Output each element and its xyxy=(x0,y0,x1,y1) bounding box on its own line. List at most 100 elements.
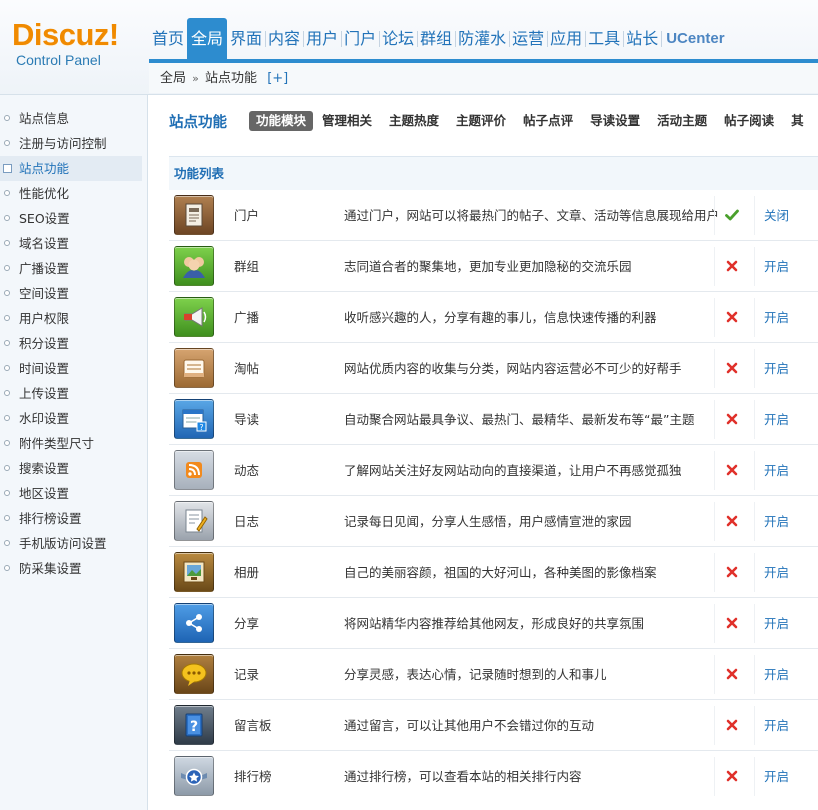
sidebar-item-0[interactable]: 站点信息 xyxy=(0,106,147,131)
sidebar-item-10[interactable]: 时间设置 xyxy=(0,356,147,381)
column-divider xyxy=(714,298,715,337)
enable-button[interactable]: 开启 xyxy=(764,241,789,292)
sidebar-item-2[interactable]: 站点功能 xyxy=(0,156,142,181)
feed-icon xyxy=(174,450,214,490)
sidebar-item-7[interactable]: 空间设置 xyxy=(0,281,147,306)
enable-button[interactable]: 开启 xyxy=(764,343,789,394)
topnav-item-12[interactable]: 站长 xyxy=(623,18,663,60)
topnav-item-0[interactable]: 首页 xyxy=(149,18,189,60)
cross-icon xyxy=(725,259,739,273)
enable-button[interactable]: 开启 xyxy=(764,547,789,598)
topnav-item-6[interactable]: 论坛 xyxy=(379,18,419,60)
doing-icon xyxy=(174,654,214,694)
topnav-item-9[interactable]: 运营 xyxy=(509,18,549,60)
feature-description: 记录每日见闻，分享人生感悟，用户感情宣泄的家园 xyxy=(344,514,632,529)
tab-4[interactable]: 帖子点评 xyxy=(515,111,581,131)
cross-icon xyxy=(725,361,739,375)
column-divider xyxy=(714,655,715,694)
tab-0[interactable]: 功能模块 xyxy=(249,111,314,131)
enable-button[interactable]: 开启 xyxy=(764,598,789,649)
sidebar-item-5[interactable]: 域名设置 xyxy=(0,231,147,256)
feature-row: 排行榜 通过排行榜，可以查看本站的相关排行内容 开启 xyxy=(169,751,818,802)
column-divider xyxy=(714,706,715,745)
sidebar-item-3[interactable]: 性能优化 xyxy=(0,181,147,206)
cross-icon xyxy=(725,310,739,324)
enable-button[interactable]: 开启 xyxy=(764,751,789,802)
breadcrumb-current: 站点功能 xyxy=(205,71,258,86)
enable-button[interactable]: 开启 xyxy=(764,445,789,496)
sidebar-item-6[interactable]: 广播设置 xyxy=(0,256,147,281)
sidebar-item-label: 水印设置 xyxy=(19,411,70,426)
topnav-item-5[interactable]: 门户 xyxy=(341,18,381,60)
enable-button[interactable]: 开启 xyxy=(764,394,789,445)
tab-6[interactable]: 活动主题 xyxy=(649,111,715,131)
breadcrumb-root[interactable]: 全局 xyxy=(160,71,186,86)
enable-button[interactable]: 开启 xyxy=(764,496,789,547)
sidebar-menu: 站点信息 注册与访问控制 站点功能 性能优化 SEO设置域名设置广播设置空间设置 用户权限… xyxy=(0,106,147,581)
tab-1[interactable]: 管理相关 xyxy=(314,111,380,131)
enable-button[interactable]: 开启 xyxy=(764,649,789,700)
sidebar-item-17[interactable]: 手机版访问设置 xyxy=(0,531,147,556)
topnav-item-11[interactable]: 工具 xyxy=(585,18,625,60)
feature-name: 日志 xyxy=(234,514,260,529)
sidebar-item-18[interactable]: 防采集设置 xyxy=(0,556,147,581)
feature-description: 自己的美丽容颜，祖国的大好河山，各种美图的影像档案 xyxy=(344,565,657,580)
sidebar-item-16[interactable]: 排行榜设置 xyxy=(0,506,147,531)
sidebar-item-4[interactable]: SEO设置 xyxy=(0,206,147,231)
sidebar-item-12[interactable]: 水印设置 xyxy=(0,406,147,431)
feature-name: 相册 xyxy=(234,565,260,580)
sidebar-item-label: 广播设置 xyxy=(19,261,70,276)
feature-row: 日志 记录每日见闻，分享人生感悟，用户感情宣泄的家园 开启 xyxy=(169,496,818,547)
bullet-icon xyxy=(4,515,10,521)
feature-row: ? 留言板 通过留言，可以让其他用户不会错过你的互动 开启 xyxy=(169,700,818,751)
column-divider xyxy=(754,400,755,439)
topnav-item-2[interactable]: 界面 xyxy=(227,18,267,60)
topnav-item-7[interactable]: 群组 xyxy=(417,18,457,60)
column-divider xyxy=(714,400,715,439)
sidebar-item-11[interactable]: 上传设置 xyxy=(0,381,147,406)
topnav-item-13[interactable]: UCenter xyxy=(661,18,729,60)
feature-description: 自动聚合网站最具争议、最热门、最精华、最新发布等“最”主题 xyxy=(344,412,695,427)
enable-button[interactable]: 开启 xyxy=(764,700,789,751)
disable-button[interactable]: 关闭 xyxy=(764,190,789,241)
logo-subtitle: Control Panel xyxy=(16,52,101,68)
column-divider xyxy=(714,604,715,643)
sidebar-item-13[interactable]: 附件类型尺寸 xyxy=(0,431,147,456)
tab-8[interactable]: 其 xyxy=(783,111,812,131)
topnav-item-3[interactable]: 内容 xyxy=(265,18,305,60)
discuz-logo[interactable]: Discuz! Control Panel xyxy=(12,18,142,69)
column-divider xyxy=(714,196,715,235)
sidebar-item-14[interactable]: 搜索设置 xyxy=(0,456,147,481)
tab-2[interactable]: 主题热度 xyxy=(381,111,447,131)
sidebar-item-1[interactable]: 注册与访问控制 xyxy=(0,131,147,156)
cross-icon xyxy=(725,412,739,426)
sidebar-item-label: 手机版访问设置 xyxy=(19,536,107,551)
sidebar-item-15[interactable]: 地区设置 xyxy=(0,481,147,506)
tab-5[interactable]: 导读设置 xyxy=(582,111,648,131)
sidebar-item-8[interactable]: 用户权限 xyxy=(0,306,147,331)
topnav-item-4[interactable]: 用户 xyxy=(303,18,343,60)
main-content: 站点功能 功能模块 管理相关 主题热度 主题评价 帖子点评 导读设置 活动主题 帖子阅读其 功… xyxy=(149,95,818,810)
portal-icon xyxy=(174,195,214,235)
cross-icon xyxy=(725,667,739,681)
column-divider xyxy=(754,298,755,337)
feature-row: 分享 将网站精华内容推荐给其他网友，形成良好的共享氛围 开启 xyxy=(169,598,818,649)
cross-icon xyxy=(725,769,739,783)
topnav-item-10[interactable]: 应用 xyxy=(547,18,587,60)
tab-7[interactable]: 帖子阅读 xyxy=(716,111,782,131)
bullet-icon xyxy=(4,190,10,196)
column-divider xyxy=(754,247,755,286)
enable-button[interactable]: 开启 xyxy=(764,292,789,343)
sidebar-item-label: 域名设置 xyxy=(19,236,70,251)
bullet-icon xyxy=(4,240,10,246)
feature-name: 门户 xyxy=(234,208,260,223)
external-link-icon xyxy=(3,164,12,173)
tab-3[interactable]: 主题评价 xyxy=(448,111,514,131)
sidebar-item-9[interactable]: 积分设置 xyxy=(0,331,147,356)
topnav-item-1[interactable]: 全局 xyxy=(187,18,228,60)
feature-description: 志同道合者的聚集地，更加专业更加隐秘的交流乐园 xyxy=(344,259,632,274)
sidebar-item-label: 上传设置 xyxy=(19,386,70,401)
topnav-item-8[interactable]: 防灌水 xyxy=(455,18,511,60)
add-shortcut-button[interactable]: [+] xyxy=(267,71,288,86)
feature-description: 将网站精华内容推荐给其他网友，形成良好的共享氛围 xyxy=(344,616,645,631)
